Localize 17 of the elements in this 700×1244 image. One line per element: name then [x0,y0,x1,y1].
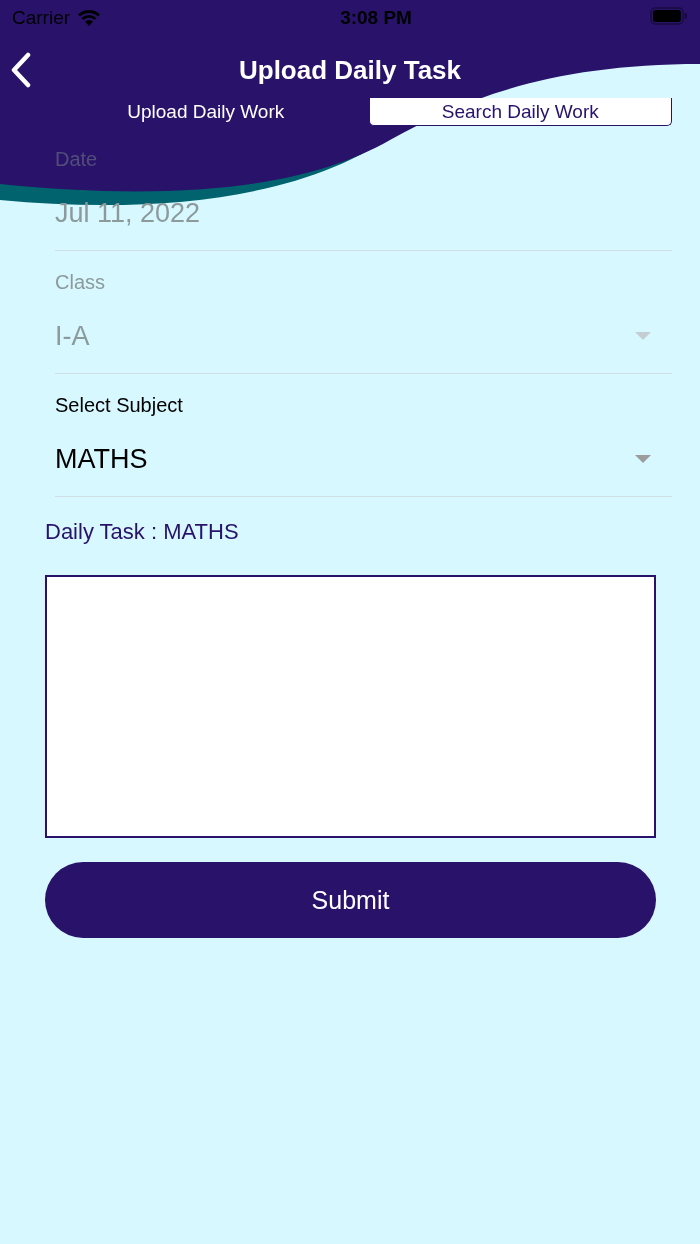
battery-icon [650,7,688,25]
field-label: Class [55,271,106,295]
task-text-area[interactable] [45,575,656,838]
field-label: Date [55,148,99,172]
carrier-label: Carrier [12,7,71,29]
tab[interactable]: Search Daily Work [368,98,672,126]
field-label: Select Subject [55,394,184,418]
status-time: 3:08 PM [340,7,412,29]
dropdown-caret-icon [634,331,652,341]
screen-title: Upload Daily Task [239,54,461,86]
back-button[interactable] [10,52,32,88]
dropdown-field[interactable]: MATHS [55,422,672,496]
wifi-icon [76,8,103,28]
chevron-left-icon [10,52,32,88]
dropdown-caret-icon [634,454,652,464]
task-label: Daily Task : MATHS [45,519,240,545]
submit-button[interactable]: Submit [45,862,656,938]
